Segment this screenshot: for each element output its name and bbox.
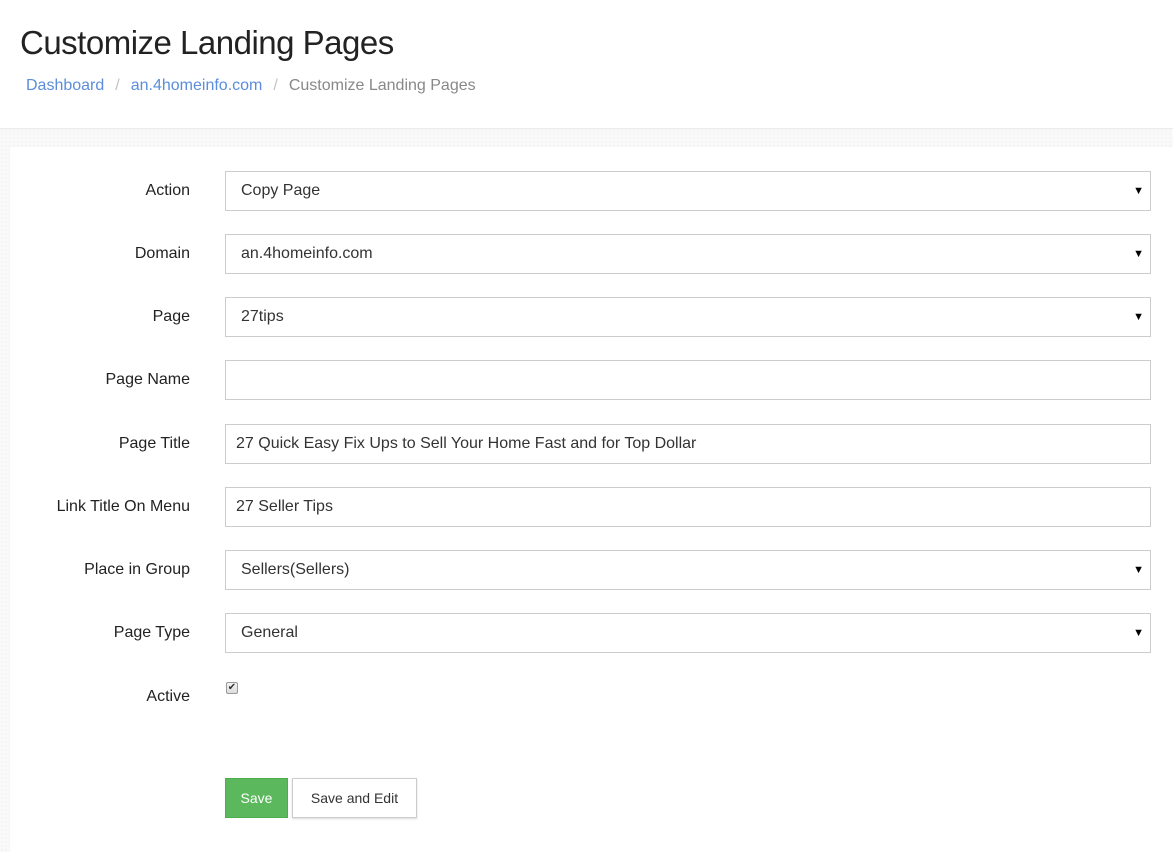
page-name-label: Page Name [105, 371, 191, 388]
link-title-row: Link Title On Menu 27 Seller Tips [10, 487, 1173, 527]
breadcrumb-dashboard-link[interactable]: Dashboard [26, 77, 104, 95]
breadcrumb-current: Customize Landing Pages [288, 77, 476, 94]
action-select[interactable]: Copy Page ▼ [225, 171, 1151, 211]
place-in-group-select-value: Sellers(Sellers) [241, 561, 350, 578]
breadcrumb: Dashboard / an.4homeinfo.com / Customize… [26, 77, 476, 95]
domain-label: Domain [134, 245, 190, 262]
page-row: Page 27tips ▼ [10, 297, 1173, 337]
link-title-label: Link Title On Menu [56, 498, 190, 515]
active-label: Active [146, 688, 190, 705]
page-header: Customize Landing Pages Dashboard / an.4… [0, 0, 1173, 129]
domain-select-value: an.4homeinfo.com [241, 245, 373, 262]
page-title-row: Page Title 27 Quick Easy Fix Ups to Sell… [10, 424, 1173, 464]
breadcrumb-domain-link[interactable]: an.4homeinfo.com [131, 77, 263, 95]
chevron-down-icon: ▼ [1133, 627, 1144, 639]
chevron-down-icon: ▼ [1133, 311, 1144, 323]
page: Customize Landing Pages Dashboard / an.4… [0, 0, 1173, 852]
page-type-label: Page Type [113, 624, 190, 641]
place-in-group-label: Place in Group [84, 561, 190, 578]
place-in-group-select[interactable]: Sellers(Sellers) ▼ [225, 550, 1151, 590]
breadcrumb-separator: / [115, 77, 120, 94]
page-name-row: Page Name [10, 360, 1173, 400]
form-panel: Action Copy Page ▼ Domain an.4homeinfo.c… [10, 147, 1173, 852]
page-type-select[interactable]: General ▼ [225, 613, 1151, 653]
page-select-value: 27tips [241, 308, 284, 325]
page-name-input[interactable] [225, 360, 1151, 400]
page-type-row: Page Type General ▼ [10, 613, 1173, 653]
save-and-edit-button[interactable]: Save and Edit [292, 778, 417, 818]
domain-row: Domain an.4homeinfo.com ▼ [10, 234, 1173, 274]
breadcrumb-separator: / [273, 77, 278, 94]
page-type-select-value: General [241, 624, 298, 641]
page-title: Customize Landing Pages [20, 24, 394, 61]
chevron-down-icon: ▼ [1133, 185, 1144, 197]
page-title-input[interactable]: 27 Quick Easy Fix Ups to Sell Your Home … [225, 424, 1151, 464]
chevron-down-icon: ▼ [1133, 248, 1144, 260]
action-label: Action [145, 182, 190, 199]
page-label: Page [152, 308, 190, 325]
chevron-down-icon: ▼ [1133, 564, 1144, 576]
active-checkbox[interactable]: ✔ [226, 682, 238, 694]
page-select[interactable]: 27tips ▼ [225, 297, 1151, 337]
action-select-value: Copy Page [241, 182, 321, 199]
page-title-label: Page Title [118, 435, 190, 452]
place-in-group-row: Place in Group Sellers(Sellers) ▼ [10, 550, 1173, 590]
save-button[interactable]: Save [225, 778, 288, 818]
link-title-input[interactable]: 27 Seller Tips [225, 487, 1151, 527]
active-row: Active [10, 677, 1173, 717]
domain-select[interactable]: an.4homeinfo.com ▼ [225, 234, 1151, 274]
action-row: Action Copy Page ▼ [10, 171, 1173, 211]
